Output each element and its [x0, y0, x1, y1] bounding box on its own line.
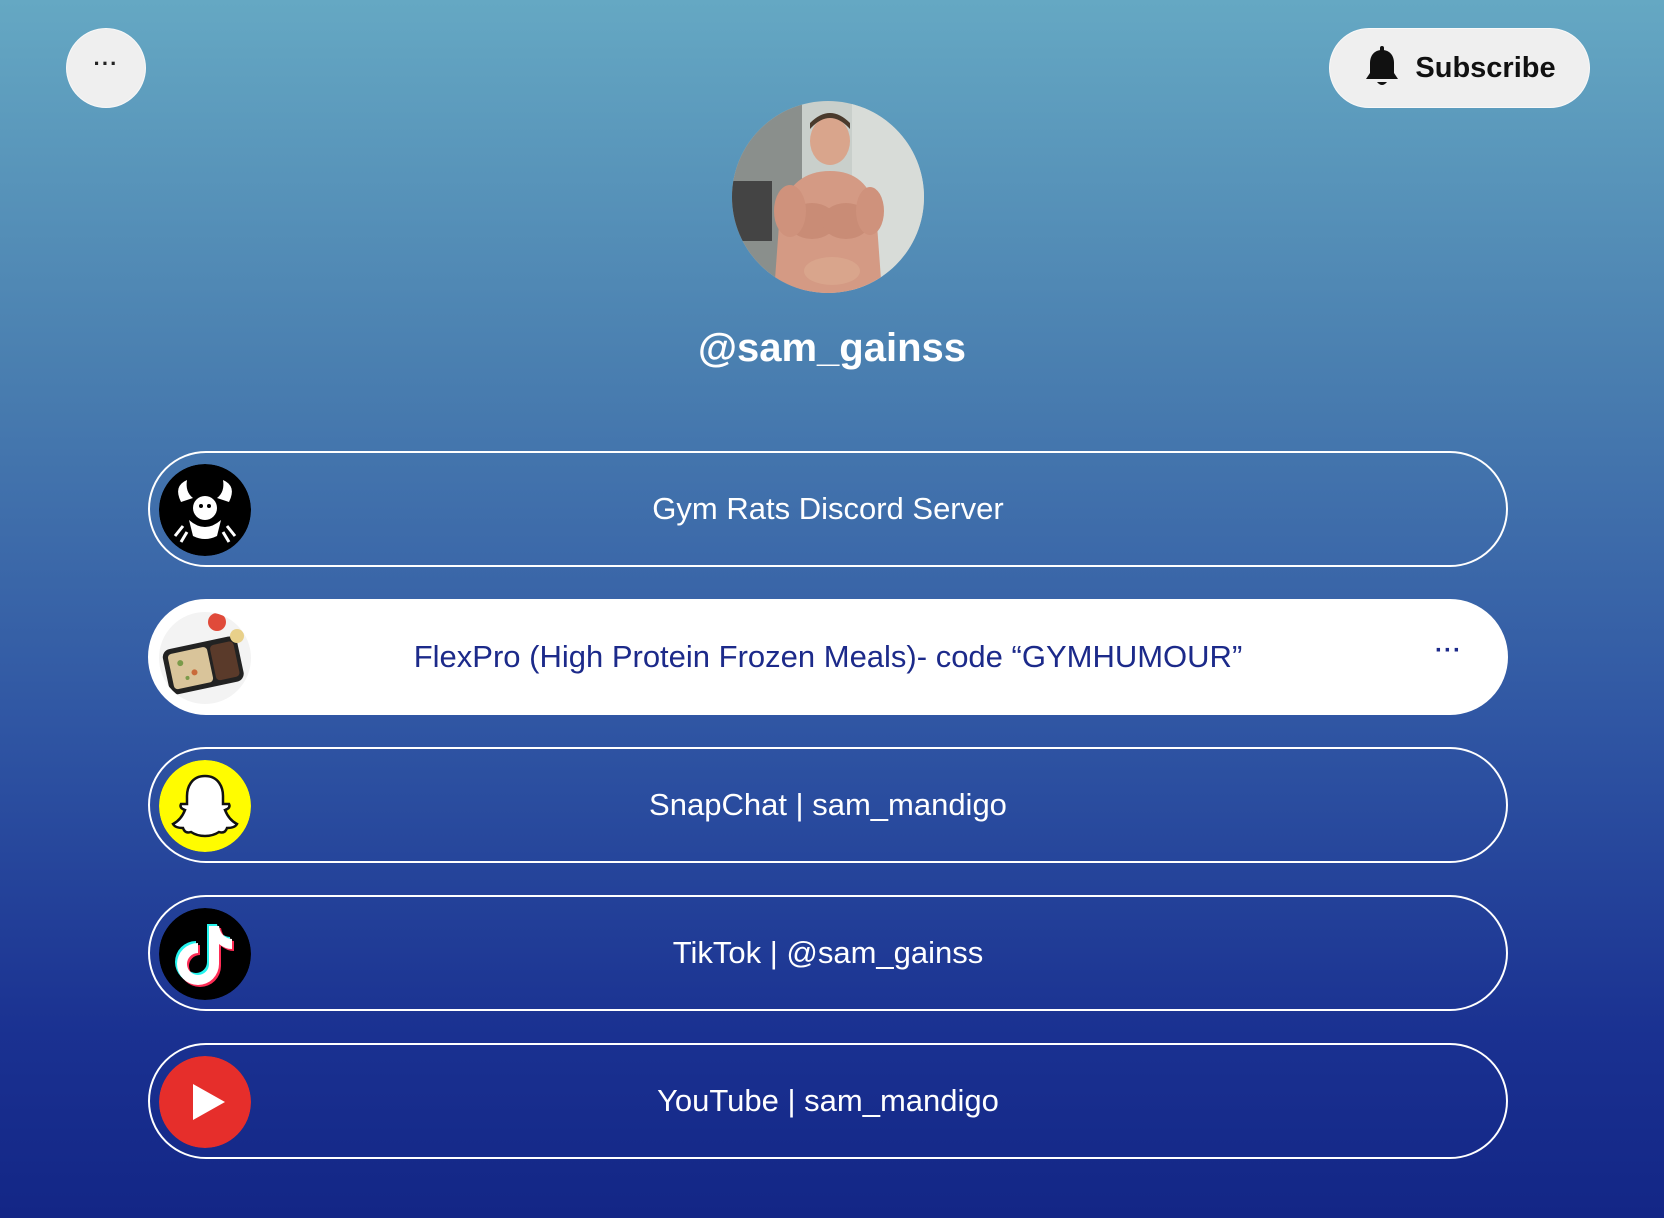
profile-username: @sam_gainss: [697, 326, 967, 370]
discord-logo-icon: [159, 464, 251, 556]
link-youtube-label: YouTube | sam_mandigo: [657, 1083, 999, 1118]
link-tiktok[interactable]: TikTok | @sam_gainss: [148, 895, 1508, 1011]
link-tiktok-label: TikTok | @sam_gainss: [672, 935, 984, 970]
link-flexpro-more-button[interactable]: ···: [1435, 637, 1462, 665]
meal-tray-image: [159, 612, 251, 704]
more-options-button[interactable]: ···: [66, 28, 146, 108]
subscribe-button[interactable]: Subscribe: [1329, 28, 1590, 108]
link-flexpro-label: FlexPro (High Protein Frozen Meals)- cod…: [413, 639, 1243, 674]
link-discord-label: Gym Rats Discord Server: [652, 491, 1004, 526]
more-options-label: ···: [93, 51, 119, 76]
youtube-play-icon: [159, 1056, 251, 1148]
subscribe-label: Subscribe: [1415, 51, 1556, 84]
profile-avatar: [732, 101, 924, 293]
link-youtube[interactable]: YouTube | sam_mandigo: [148, 1043, 1508, 1159]
snapchat-ghost-icon: [159, 760, 251, 852]
tiktok-icon: [159, 908, 251, 1000]
link-flexpro[interactable]: FlexPro (High Protein Frozen Meals)- cod…: [148, 599, 1508, 715]
link-snapchat-label: SnapChat | sam_mandigo: [649, 787, 1007, 822]
link-discord[interactable]: Gym Rats Discord Server: [148, 451, 1508, 567]
bell-icon: [1363, 46, 1401, 90]
link-snapchat[interactable]: SnapChat | sam_mandigo: [148, 747, 1508, 863]
